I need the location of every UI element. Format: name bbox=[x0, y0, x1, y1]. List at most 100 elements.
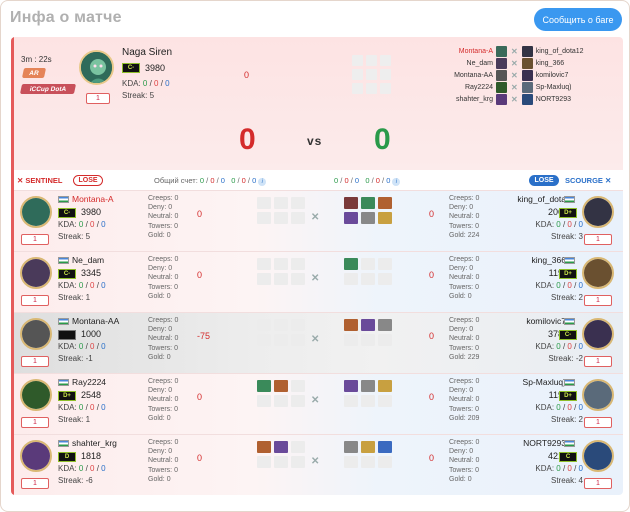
item-icon[interactable] bbox=[378, 197, 392, 209]
player-link[interactable]: Montana-AA bbox=[431, 72, 493, 79]
player-name[interactable]: shahter_krg bbox=[72, 438, 117, 448]
hero-avatar bbox=[582, 196, 614, 228]
rating-change: 0 bbox=[429, 392, 435, 402]
hero-level: 1 bbox=[21, 417, 49, 428]
rating-points: 3980 bbox=[145, 63, 166, 73]
player-name[interactable]: komilovic7 bbox=[526, 316, 566, 326]
item-icon[interactable] bbox=[274, 441, 288, 453]
hero-avatar bbox=[582, 318, 614, 350]
rating-points: 1818 bbox=[81, 451, 102, 461]
rating-change: 0 bbox=[197, 392, 203, 402]
player-link[interactable]: shahter_krg bbox=[431, 96, 493, 103]
streak: Streak: 5 bbox=[58, 232, 91, 241]
hero-icon bbox=[496, 70, 507, 81]
info-icon[interactable]: i bbox=[258, 178, 267, 186]
item-icon[interactable] bbox=[344, 319, 358, 331]
item-icon[interactable] bbox=[378, 441, 392, 453]
kda: KDA: 0 / 0 / 0 bbox=[122, 79, 170, 88]
scourge-total: 0 / 0 / 0 0 / 0 / 0 i bbox=[334, 176, 401, 186]
empty-item-slot bbox=[378, 395, 392, 407]
report-bug-button[interactable]: Сообщить о баге bbox=[534, 8, 622, 31]
hero-level: 1 bbox=[584, 417, 612, 428]
player-stats: Creeps: 0 Deny: 0 Neutral: 0 Towers: 0 G… bbox=[148, 195, 179, 239]
hero-avatar bbox=[582, 440, 614, 472]
item-icon[interactable] bbox=[361, 212, 375, 224]
empty-item-slot bbox=[257, 258, 271, 270]
player-name[interactable]: Montana-AA bbox=[72, 316, 119, 326]
hero-level: 1 bbox=[21, 234, 49, 245]
empty-item-slot bbox=[291, 273, 305, 285]
player-link[interactable]: king_of_dota12 bbox=[536, 48, 584, 55]
rank-badge: C- bbox=[122, 63, 140, 73]
player-link[interactable]: Sp-Maxluq) bbox=[536, 84, 572, 91]
player-stats: Creeps: 0 Deny: 0 Neutral: 0 Towers: 0 G… bbox=[148, 317, 179, 361]
rating-change: 0 bbox=[429, 270, 435, 280]
empty-item-slot bbox=[361, 258, 375, 270]
empty-item-slot bbox=[274, 456, 288, 468]
country-flag-icon bbox=[58, 257, 69, 264]
crossed-swords-icon: ✕ bbox=[511, 83, 518, 92]
country-flag-icon bbox=[564, 257, 575, 264]
hero-icon bbox=[496, 46, 507, 57]
player-name[interactable]: Ray2224 bbox=[72, 377, 106, 387]
item-icon[interactable] bbox=[344, 441, 358, 453]
hero-avatar bbox=[20, 257, 52, 289]
rank-badge: D+ bbox=[559, 269, 577, 279]
player-name[interactable]: king_366 bbox=[531, 255, 566, 265]
streak: Streak: 1 bbox=[58, 415, 91, 424]
rating-change: 0 bbox=[429, 331, 435, 341]
item-icon[interactable] bbox=[378, 380, 392, 392]
player-link[interactable]: Montana-A bbox=[431, 48, 493, 55]
match-duration: 3m : 22s bbox=[21, 55, 52, 64]
rank-badge bbox=[58, 330, 76, 340]
item-icon[interactable] bbox=[257, 441, 271, 453]
streak: Streak: 1 bbox=[58, 293, 91, 302]
player-link[interactable]: Ne_dam bbox=[431, 60, 493, 67]
rating-change: 0 bbox=[429, 209, 435, 219]
player-link[interactable]: king_366 bbox=[536, 60, 564, 67]
crossed-swords-icon: ✕ bbox=[511, 71, 518, 80]
item-icon[interactable] bbox=[378, 319, 392, 331]
hero-level: 1 bbox=[21, 356, 49, 367]
item-icon[interactable] bbox=[361, 197, 375, 209]
hero-name: Naga Siren bbox=[122, 47, 173, 58]
player-link[interactable]: Ray2224 bbox=[431, 84, 493, 91]
player-name[interactable]: Ne_dam bbox=[72, 255, 104, 265]
hero-avatar bbox=[20, 440, 52, 472]
rating-points: 2548 bbox=[81, 390, 102, 400]
empty-item-slot bbox=[361, 273, 375, 285]
match-window: Инфа о матче Сообщить о баге 3m : 22s AR… bbox=[0, 0, 630, 512]
player-stats: Creeps: 0 Deny: 0 Neutral: 0 Towers: 0 G… bbox=[449, 195, 480, 239]
player-link[interactable]: komilovic7 bbox=[536, 72, 569, 79]
item-icon[interactable] bbox=[361, 380, 375, 392]
info-icon[interactable]: i bbox=[392, 178, 401, 186]
item-icon[interactable] bbox=[344, 212, 358, 224]
empty-item-slot bbox=[291, 197, 305, 209]
item-icon[interactable] bbox=[257, 380, 271, 392]
rating-change: 0 bbox=[197, 453, 203, 463]
player-name[interactable]: NORT9293 bbox=[523, 438, 566, 448]
player-name[interactable]: king_of_dota bbox=[517, 194, 566, 204]
empty-item-slot bbox=[257, 334, 271, 346]
kda: KDA: 0 / 0 / 0 bbox=[535, 403, 583, 412]
rank-badge: D bbox=[58, 452, 76, 462]
mode-badge: AR bbox=[21, 68, 47, 78]
item-icon[interactable] bbox=[378, 212, 392, 224]
empty-item-slot bbox=[257, 197, 271, 209]
item-icon[interactable] bbox=[361, 319, 375, 331]
country-flag-icon bbox=[58, 196, 69, 203]
rank-badge: D+ bbox=[559, 208, 577, 218]
scourge-name: SCOURGE bbox=[565, 176, 603, 185]
empty-item-slot bbox=[274, 273, 288, 285]
item-icon[interactable] bbox=[361, 441, 375, 453]
item-icon[interactable] bbox=[274, 380, 288, 392]
rank-badge: D+ bbox=[559, 391, 577, 401]
total-score: Общий счет: 0 / 0 / 0 0 / 0 / 0 i bbox=[154, 176, 267, 186]
player-link[interactable]: NORT9293 bbox=[536, 96, 571, 103]
item-icon[interactable] bbox=[344, 197, 358, 209]
item-icon[interactable] bbox=[344, 258, 358, 270]
player-name[interactable]: Montana-A bbox=[72, 194, 114, 204]
player-name[interactable]: Sp-Maxluq) bbox=[523, 377, 566, 387]
item-icon[interactable] bbox=[344, 380, 358, 392]
empty-item-slot bbox=[291, 441, 305, 453]
